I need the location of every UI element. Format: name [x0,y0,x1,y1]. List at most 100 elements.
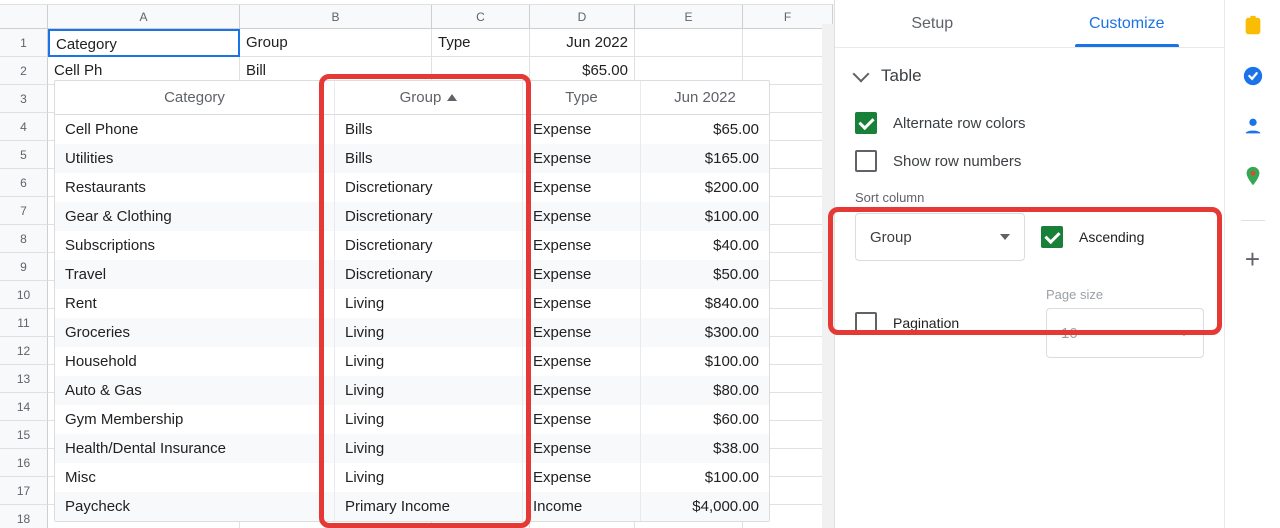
cell-E1[interactable] [635,29,743,57]
label: Category [164,89,225,106]
col-header-C[interactable]: C [432,5,530,28]
row-header[interactable]: 8 [0,225,48,253]
col-header-A[interactable]: A [48,5,240,28]
cell-group: Discretionary [335,173,523,202]
row-header[interactable]: 10 [0,281,48,309]
row-header[interactable]: 5 [0,141,48,169]
row-header[interactable]: 14 [0,393,48,421]
add-on-button[interactable]: + [1241,247,1265,271]
table-chart-col-group[interactable]: Group [335,81,523,114]
table-row[interactable]: Cell PhoneBillsExpense$65.00 [55,115,769,144]
row-header[interactable]: 16 [0,449,48,477]
column-headers: A B C D E F [0,5,834,29]
col-header-D[interactable]: D [530,5,635,28]
sort-asc-icon [447,94,457,101]
table-row[interactable]: Health/Dental InsuranceLivingExpense$38.… [55,434,769,463]
maps-icon[interactable] [1241,164,1265,188]
cell-amount: $300.00 [641,318,769,347]
cell-B1[interactable]: Group [240,29,432,57]
row-header[interactable]: 15 [0,421,48,449]
plus-icon: + [1245,246,1260,272]
table-row[interactable]: PaycheckPrimary IncomeIncome$4,000.00 [55,492,769,521]
row-header[interactable]: 17 [0,477,48,505]
cell-C1[interactable]: Type [432,29,530,57]
cell-group: Living [335,318,523,347]
row-header[interactable]: 13 [0,365,48,393]
table-row[interactable]: UtilitiesBillsExpense$165.00 [55,144,769,173]
option-show-row-numbers[interactable]: Show row numbers [835,142,1224,180]
label: Group [400,89,442,106]
row-header[interactable]: 11 [0,309,48,337]
cell-category: Misc [55,463,335,492]
chevron-down-icon [853,66,870,83]
ascending-label: Ascending [1079,229,1144,245]
table-chart-col-jun[interactable]: Jun 2022 [641,81,769,114]
checkbox-alternate-rows[interactable] [855,112,877,134]
cell-group: Living [335,289,523,318]
table-row[interactable]: HouseholdLivingExpense$100.00 [55,347,769,376]
cell-amount: $200.00 [641,173,769,202]
cell-group: Primary Income [335,492,523,521]
row-header[interactable]: 12 [0,337,48,365]
row-header[interactable]: 3 [0,85,48,113]
cell-F1[interactable] [743,29,833,57]
row-header[interactable]: 2 [0,57,48,85]
row-header[interactable]: 6 [0,169,48,197]
checkbox-pagination[interactable] [855,312,877,334]
table-chart[interactable]: Category Group Type Jun 2022 Cell PhoneB… [54,80,770,522]
pagination-block: Pagination Page size 10 [835,279,1224,366]
page-size-dropdown[interactable]: 10 [1046,308,1204,358]
cell-group: Living [335,463,523,492]
table-row[interactable]: TravelDiscretionaryExpense$50.00 [55,260,769,289]
table-chart-col-type[interactable]: Type [523,81,641,114]
table-row[interactable]: GroceriesLivingExpense$300.00 [55,318,769,347]
tasks-icon[interactable] [1241,64,1265,88]
table-row[interactable]: Gear & ClothingDiscretionaryExpense$100.… [55,202,769,231]
cell-type: Expense [523,405,641,434]
chart-editor-panel: Setup Customize Table Alternate row colo… [834,0,1224,528]
separator [1241,220,1265,221]
option-alternate-row-colors[interactable]: Alternate row colors [835,104,1224,142]
cell-category: Utilities [55,144,335,173]
contacts-icon[interactable] [1241,114,1265,138]
cell-group: Living [335,405,523,434]
table-row[interactable]: MiscLivingExpense$100.00 [55,463,769,492]
companion-bar: + [1224,0,1280,528]
section-table[interactable]: Table [835,48,1224,104]
col-header-F[interactable]: F [743,5,833,28]
label: Type [565,89,598,106]
row-header[interactable]: 7 [0,197,48,225]
cell-amount: $50.00 [641,260,769,289]
table-row[interactable]: RentLivingExpense$840.00 [55,289,769,318]
checkbox-ascending[interactable] [1041,226,1063,248]
table-row[interactable]: Gym MembershipLivingExpense$60.00 [55,405,769,434]
keep-icon[interactable] [1241,14,1265,38]
row-header[interactable]: 1 [0,29,48,57]
checkbox-show-row-numbers[interactable] [855,150,877,172]
row-header[interactable]: 9 [0,253,48,281]
sort-column-dropdown[interactable]: Group [855,213,1025,261]
cell-type: Expense [523,347,641,376]
tab-customize[interactable]: Customize [1030,0,1225,47]
cell-group: Living [335,434,523,463]
table-row[interactable]: RestaurantsDiscretionaryExpense$200.00 [55,173,769,202]
cell-A1[interactable]: Category [48,29,240,57]
vertical-scrollbar[interactable] [822,24,834,528]
dropdown-value: Group [870,229,912,246]
cell-amount: $100.00 [641,463,769,492]
row-header[interactable]: 4 [0,113,48,141]
select-all-corner[interactable] [0,5,48,28]
spreadsheet-area: A B C D E F 1 Category Group Type Jun 20… [0,0,834,528]
table-row[interactable]: Auto & GasLivingExpense$80.00 [55,376,769,405]
table-chart-col-category[interactable]: Category [55,81,335,114]
col-header-E[interactable]: E [635,5,743,28]
table-row[interactable]: SubscriptionsDiscretionaryExpense$40.00 [55,231,769,260]
cell-type: Expense [523,318,641,347]
tab-setup[interactable]: Setup [835,0,1030,47]
col-header-B[interactable]: B [240,5,432,28]
cell-D1[interactable]: Jun 2022 [530,29,635,57]
cell-group: Bills [335,144,523,173]
row-header[interactable]: 18 [0,505,48,528]
cell-type: Expense [523,376,641,405]
cell-category: Groceries [55,318,335,347]
